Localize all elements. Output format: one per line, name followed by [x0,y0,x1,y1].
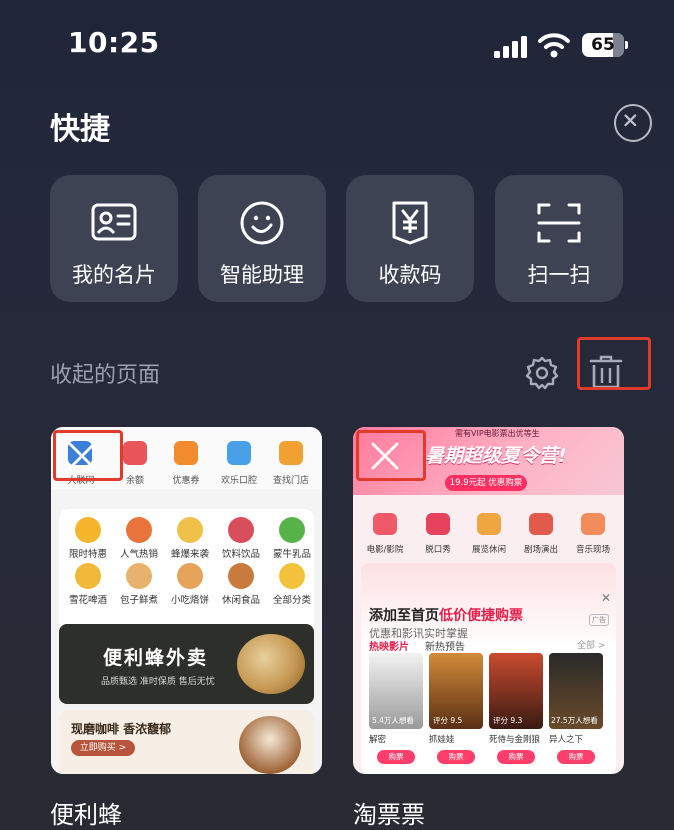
preview-text: 购票 [377,750,415,764]
quick-action-label: 智能助理 [220,263,304,287]
close-icon [624,114,637,127]
id-card-icon [91,203,137,241]
quick-action-business-card[interactable]: 我的名片 [50,175,178,302]
battery-level: 65 [591,35,615,55]
status-time: 10:25 [68,26,160,59]
scan-icon [537,203,581,243]
preview-text: 购票 [557,750,595,764]
preview-text: 雪花啤酒 [68,595,107,606]
remove-highlight-box [356,430,426,481]
preview-text: 小吃烙饼 [170,595,209,606]
preview-text: 热映影片 [369,642,409,653]
preview-text: 广告 [589,614,609,626]
preview-text: 脱口秀 [425,545,451,555]
quick-action-assistant[interactable]: 智能助理 [198,175,326,302]
preview-text: 全部 > [577,641,606,651]
yuan-receipt-icon [392,201,428,245]
gear-icon[interactable] [524,355,560,391]
trash-highlight-box [577,337,651,390]
preview-text: 异人之下 [549,735,584,745]
preview-text: 暑期超级夏令营! [425,445,567,467]
preview-text: 死侍与金刚狼 [489,735,541,745]
preview-text: 电影/影院 [366,545,404,555]
preview-text: 包子鲜煮 [119,595,158,606]
preview-text: 添加至首页低价便捷购票 [369,608,523,624]
nuts-image [237,634,305,694]
preview-text: 解密 [369,735,387,745]
remove-highlight-box [53,430,123,481]
preview-text: 音乐现场 [575,545,610,555]
preview-text: 现磨咖啡 香浓馥郁 [71,722,172,736]
preview-text: 立即购买 > [71,740,135,756]
preview-text: 抓娃娃 [429,735,455,745]
cellular-signal-icon [494,36,527,58]
preview-text: 19.9元起 优惠购票 [445,475,527,491]
preview-banner-coffee: 现磨咖啡 香浓馥郁 立即购买 > [59,710,314,774]
preview-text: 展览休闲 [471,545,506,555]
preview-text: 优惠券 [172,476,200,486]
page-title: 快捷 [50,112,110,147]
preview-text: 剧场演出 [523,545,558,555]
preview-text: 购票 [437,750,475,764]
preview-text: 新热预告 [425,642,465,653]
quick-action-label: 收款码 [378,263,442,287]
preview-text: 饮料饮品 [221,549,260,560]
preview-close-icon: ✕ [601,591,612,605]
preview-text: 评分 9.5 [433,716,463,725]
preview-text: 欢乐口腔 [220,476,257,486]
preview-text: 评分 9.3 [493,716,523,725]
wifi-icon [538,33,570,58]
preview-text: 休闲食品 [221,595,260,606]
card-title: 淘票票 [353,801,425,829]
preview-text: 27.5万人想看 [551,716,598,725]
preview-banner-delivery: 便利蜂外卖 品质甄选 准时保质 售后无忧 [59,624,314,704]
preview-text: 需有VIP电影票出优等生 [455,429,540,438]
quick-action-payment-code[interactable]: 收款码 [346,175,474,302]
preview-text: 蒙牛乳品 [272,549,311,560]
quick-action-scan[interactable]: 扫一扫 [495,175,623,302]
preview-text: 品质甄选 准时保质 售后无忧 [101,677,215,687]
preview-text: 全部分类 [272,595,311,606]
coffee-image [239,716,301,774]
preview-text: 限时特惠 [68,549,107,560]
section-title: 收起的页面 [50,363,161,388]
preview-text: 查找门店 [272,476,309,486]
smiley-icon [240,201,284,245]
quick-action-label: 扫一扫 [527,263,591,287]
card-title: 便利蜂 [50,801,122,829]
preview-text: 5.4万人想看 [372,716,414,725]
quick-action-label: 我的名片 [72,263,156,287]
preview-text: 蜂爆来袭 [170,549,209,560]
preview-text: 购票 [497,750,535,764]
close-button[interactable] [614,104,652,142]
battery-icon: 65 [582,33,628,57]
preview-text: 便利蜂外卖 [103,647,209,669]
preview-text: 人气热销 [119,549,158,560]
